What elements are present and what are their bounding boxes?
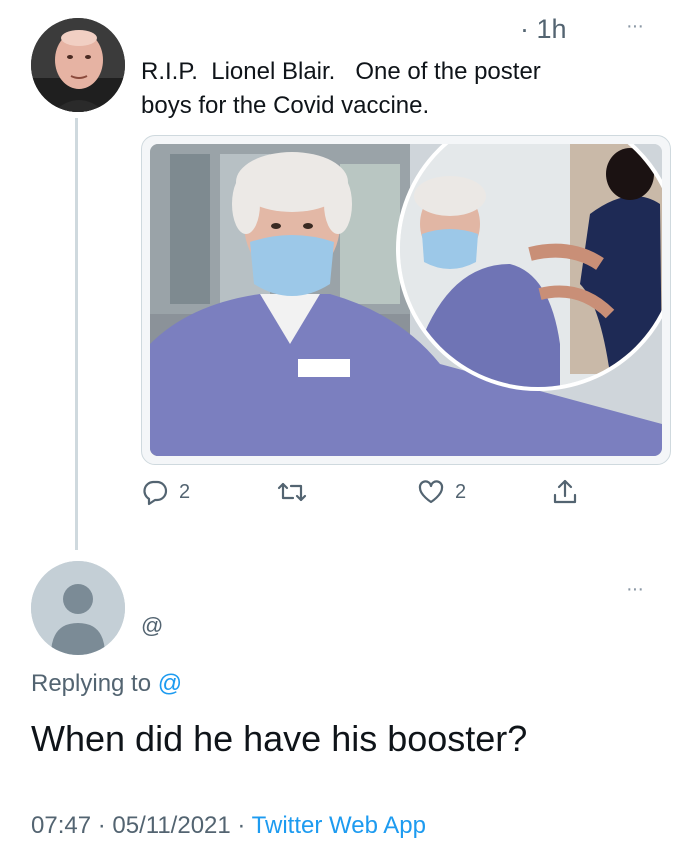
tweet-text: R.I.P. Lionel Blair. One of the poster b… [141,58,541,119]
tweet-media[interactable] [141,135,671,465]
source-app-link[interactable]: Twitter Web App [252,812,426,839]
reply-date[interactable]: 05/11/2021 [112,812,230,839]
like-icon [417,478,445,506]
replying-to-mention[interactable]: @ [158,670,182,697]
tweet-actions: 2 2 [141,478,601,514]
meta-separator: · [237,812,246,839]
retweet-icon [277,478,307,506]
reply-count: 2 [179,480,191,503]
share-icon [551,478,579,506]
like-count: 2 [455,480,467,503]
reply-time[interactable]: 07:47 [31,812,91,839]
meta-separator: · [97,812,106,839]
tweet-timestamp[interactable]: · 1h [520,14,567,45]
like-button[interactable]: 2 [417,478,466,506]
reply-author-handle[interactable]: @ [141,613,163,639]
author-avatar[interactable] [31,18,125,112]
reply-metadata: 07:47 · 05/11/2021 · Twitter Web App [31,812,426,840]
reply-author-avatar[interactable] [31,561,125,655]
reply-text: When did he have his booster? [31,718,528,759]
thread-connector-line [75,118,78,550]
reply-icon [141,478,169,506]
default-avatar-icon [31,561,125,655]
replying-to-label: Replying to [31,670,158,697]
more-options-icon[interactable]: ··· [626,15,644,38]
retweet-button[interactable] [277,478,307,506]
replying-to: Replying to @ [31,670,182,698]
reply-button[interactable]: 2 [141,478,190,506]
vaccine-photo [150,144,662,456]
share-button[interactable] [551,478,579,506]
reply-more-options-icon[interactable]: ··· [626,578,644,601]
